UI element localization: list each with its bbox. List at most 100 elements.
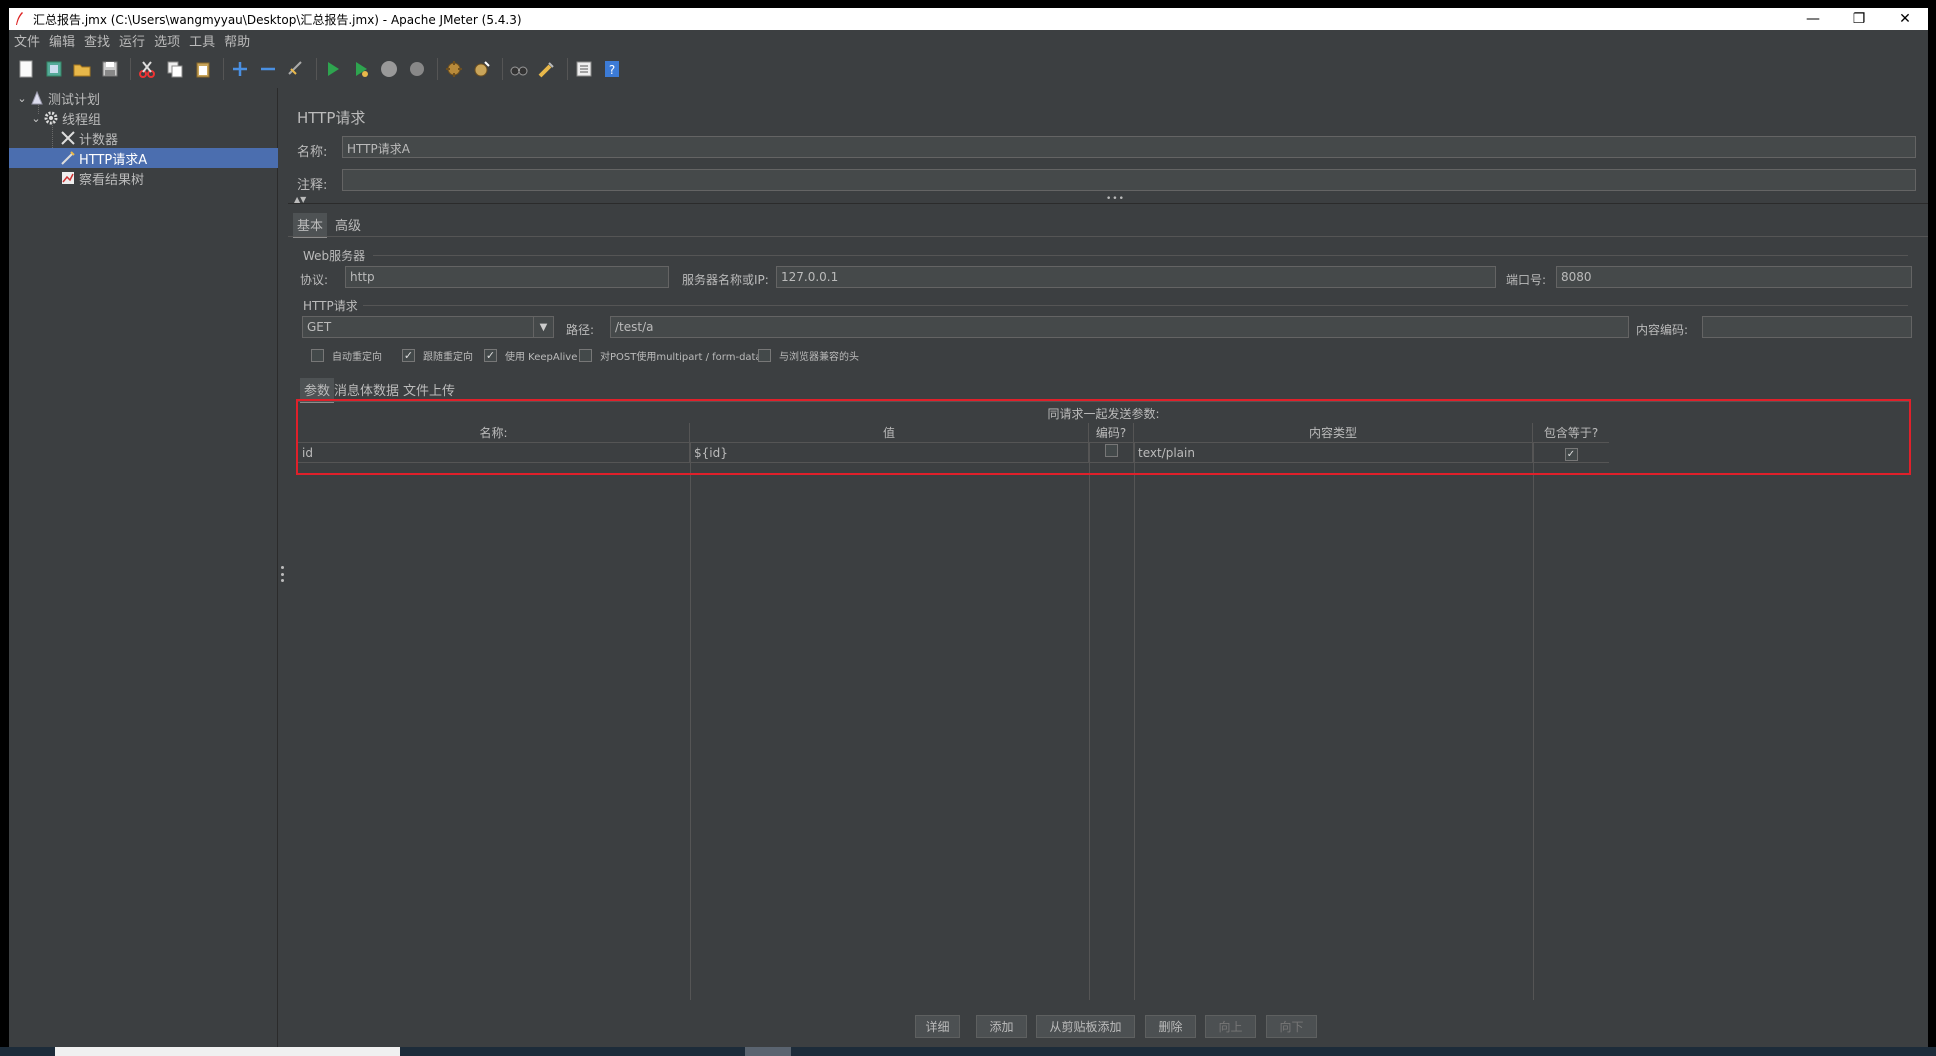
auto-redirect-checkbox[interactable]: 自动重定向: [311, 348, 382, 363]
name-field[interactable]: HTTP请求A: [342, 136, 1916, 158]
jmeter-window: 汇总报告.jmx (C:\Users\wangmyyau\Desktop\汇总报…: [9, 8, 1928, 1056]
multipart-checkbox[interactable]: 对POST使用multipart / form-data: [579, 348, 762, 363]
parameters-table: 同请求一起发送参数: 名称: 值 编码? 内容类型 包含等于? id ${id}…: [296, 399, 1911, 1000]
server-field[interactable]: 127.0.0.1: [776, 266, 1496, 288]
tab-basic[interactable]: 基本: [293, 213, 328, 238]
tree-item-label: 测试计划: [48, 92, 101, 108]
help-icon[interactable]: ?: [600, 57, 624, 81]
counter-icon: [60, 130, 76, 146]
checkbox-label: 跟随重定向: [423, 352, 473, 363]
move-up-button[interactable]: 向上: [1205, 1015, 1256, 1038]
clear-icon[interactable]: [442, 57, 466, 81]
taskbar-window[interactable]: [55, 1047, 400, 1056]
tree-item-test-plan[interactable]: ⌄ 测试计划: [9, 88, 278, 108]
chevron-down-icon[interactable]: ⌄: [29, 111, 43, 125]
divider-grip-icon[interactable]: •••: [1106, 194, 1125, 204]
port-field[interactable]: 8080: [1556, 266, 1912, 288]
new-icon[interactable]: [14, 57, 38, 81]
window-title: 汇总报告.jmx (C:\Users\wangmyyau\Desktop\汇总报…: [33, 12, 522, 27]
templates-icon[interactable]: [42, 57, 66, 81]
close-button[interactable]: ✕: [1882, 8, 1928, 30]
detail-button[interactable]: 详细: [915, 1015, 960, 1038]
tree-item-thread-group[interactable]: ⌄ 线程组: [9, 108, 278, 128]
sampler-pen-icon: [60, 150, 76, 166]
tree-item-counter[interactable]: 计数器: [9, 128, 278, 148]
tree-item-results-tree[interactable]: 察看结果树: [9, 168, 278, 188]
menu-help[interactable]: 帮助: [219, 31, 254, 50]
tree-item-label: 察看结果树: [79, 172, 145, 188]
toggle-icon[interactable]: [284, 57, 308, 81]
checkbox-label: 自动重定向: [332, 352, 382, 363]
tree-item-http-request-a[interactable]: HTTP请求A: [9, 148, 278, 168]
tab-advanced[interactable]: 高级: [331, 213, 365, 236]
collapse-arrows-icon[interactable]: ▲▼: [294, 195, 306, 204]
add-from-clipboard-button[interactable]: 从剪贴板添加: [1036, 1015, 1135, 1038]
path-field[interactable]: /test/a: [610, 316, 1629, 338]
collapse-icon[interactable]: [256, 57, 280, 81]
encoding-field[interactable]: [1702, 316, 1912, 338]
menu-options[interactable]: 选项: [149, 31, 184, 50]
name-label: 名称:: [297, 145, 328, 160]
method-select[interactable]: GET ▼: [302, 316, 554, 338]
vertical-splitter[interactable]: [279, 88, 287, 1056]
panel-title: HTTP请求: [297, 109, 366, 127]
taskbar-app[interactable]: [745, 1047, 791, 1056]
test-plan-tree: ⌄ 测试计划 ⌄ 线程组 计数器 HTTP请求A 察看结果树: [9, 88, 278, 1056]
method-value: GET: [307, 320, 332, 334]
tree-item-label: 线程组: [62, 112, 102, 128]
gear-icon: [43, 110, 59, 126]
title-bar: 汇总报告.jmx (C:\Users\wangmyyau\Desktop\汇总报…: [9, 8, 1928, 30]
restore-button[interactable]: ❐: [1836, 8, 1882, 30]
http-request-panel: HTTP请求 名称: HTTP请求A 注释: ▲▼ ••• 基本 高级 Web服…: [288, 88, 1928, 1056]
protocol-field[interactable]: http: [345, 266, 669, 288]
chevron-down-icon[interactable]: ▼: [533, 317, 553, 337]
copy-icon[interactable]: [163, 57, 187, 81]
menu-file[interactable]: 文件: [9, 31, 44, 50]
move-down-button[interactable]: 向下: [1266, 1015, 1317, 1038]
splitter-grip-icon[interactable]: [281, 566, 284, 582]
comment-field[interactable]: [342, 169, 1916, 191]
cut-icon[interactable]: [135, 57, 159, 81]
tab-file-upload[interactable]: 文件上传: [399, 378, 459, 401]
browser-headers-checkbox[interactable]: 与浏览器兼容的头: [758, 348, 859, 363]
expand-icon[interactable]: [228, 57, 252, 81]
save-icon[interactable]: [98, 57, 122, 81]
comment-label: 注释:: [297, 178, 328, 193]
paste-icon[interactable]: [191, 57, 215, 81]
menu-bar: 文件 编辑 查找 运行 选项 工具 帮助: [9, 30, 1928, 50]
tree-item-label: 计数器: [79, 132, 119, 148]
checkmark-icon[interactable]: ✓: [402, 349, 415, 362]
minimize-button[interactable]: —: [1790, 8, 1836, 30]
checkbox-box[interactable]: [579, 349, 592, 362]
checkbox-box[interactable]: [758, 349, 771, 362]
http-request-group-title: HTTP请求: [303, 299, 358, 313]
menu-edit[interactable]: 编辑: [44, 31, 79, 50]
start-no-pause-icon[interactable]: [349, 57, 373, 81]
checkbox-label: 使用 KeepAlive: [505, 352, 578, 363]
function-helper-icon[interactable]: [572, 57, 596, 81]
clear-all-icon[interactable]: [470, 57, 494, 81]
menu-run[interactable]: 运行: [114, 31, 149, 50]
listener-chart-icon: [60, 170, 76, 186]
keepalive-checkbox[interactable]: ✓ 使用 KeepAlive: [484, 348, 577, 363]
checkbox-label: 对POST使用multipart / form-data: [600, 352, 762, 363]
follow-redirect-checkbox[interactable]: ✓ 跟随重定向: [402, 348, 473, 363]
menu-search[interactable]: 查找: [79, 31, 114, 50]
path-label: 路径:: [566, 323, 595, 337]
start-icon[interactable]: [321, 57, 345, 81]
shutdown-icon[interactable]: [405, 57, 429, 81]
add-button[interactable]: 添加: [976, 1015, 1027, 1038]
reset-search-icon[interactable]: [535, 57, 559, 81]
checkmark-icon[interactable]: ✓: [484, 349, 497, 362]
delete-button[interactable]: 删除: [1145, 1015, 1196, 1038]
tree-item-label: HTTP请求A: [79, 152, 148, 168]
checkbox-box[interactable]: [311, 349, 324, 362]
menu-tools[interactable]: 工具: [184, 31, 219, 50]
tab-body-data[interactable]: 消息体数据: [330, 378, 403, 401]
highlight-box: [296, 399, 1911, 475]
stop-icon[interactable]: [377, 57, 401, 81]
chevron-down-icon[interactable]: ⌄: [15, 91, 29, 105]
open-icon[interactable]: [70, 57, 94, 81]
checkbox-label: 与浏览器兼容的头: [779, 352, 859, 363]
search-icon[interactable]: [507, 57, 531, 81]
